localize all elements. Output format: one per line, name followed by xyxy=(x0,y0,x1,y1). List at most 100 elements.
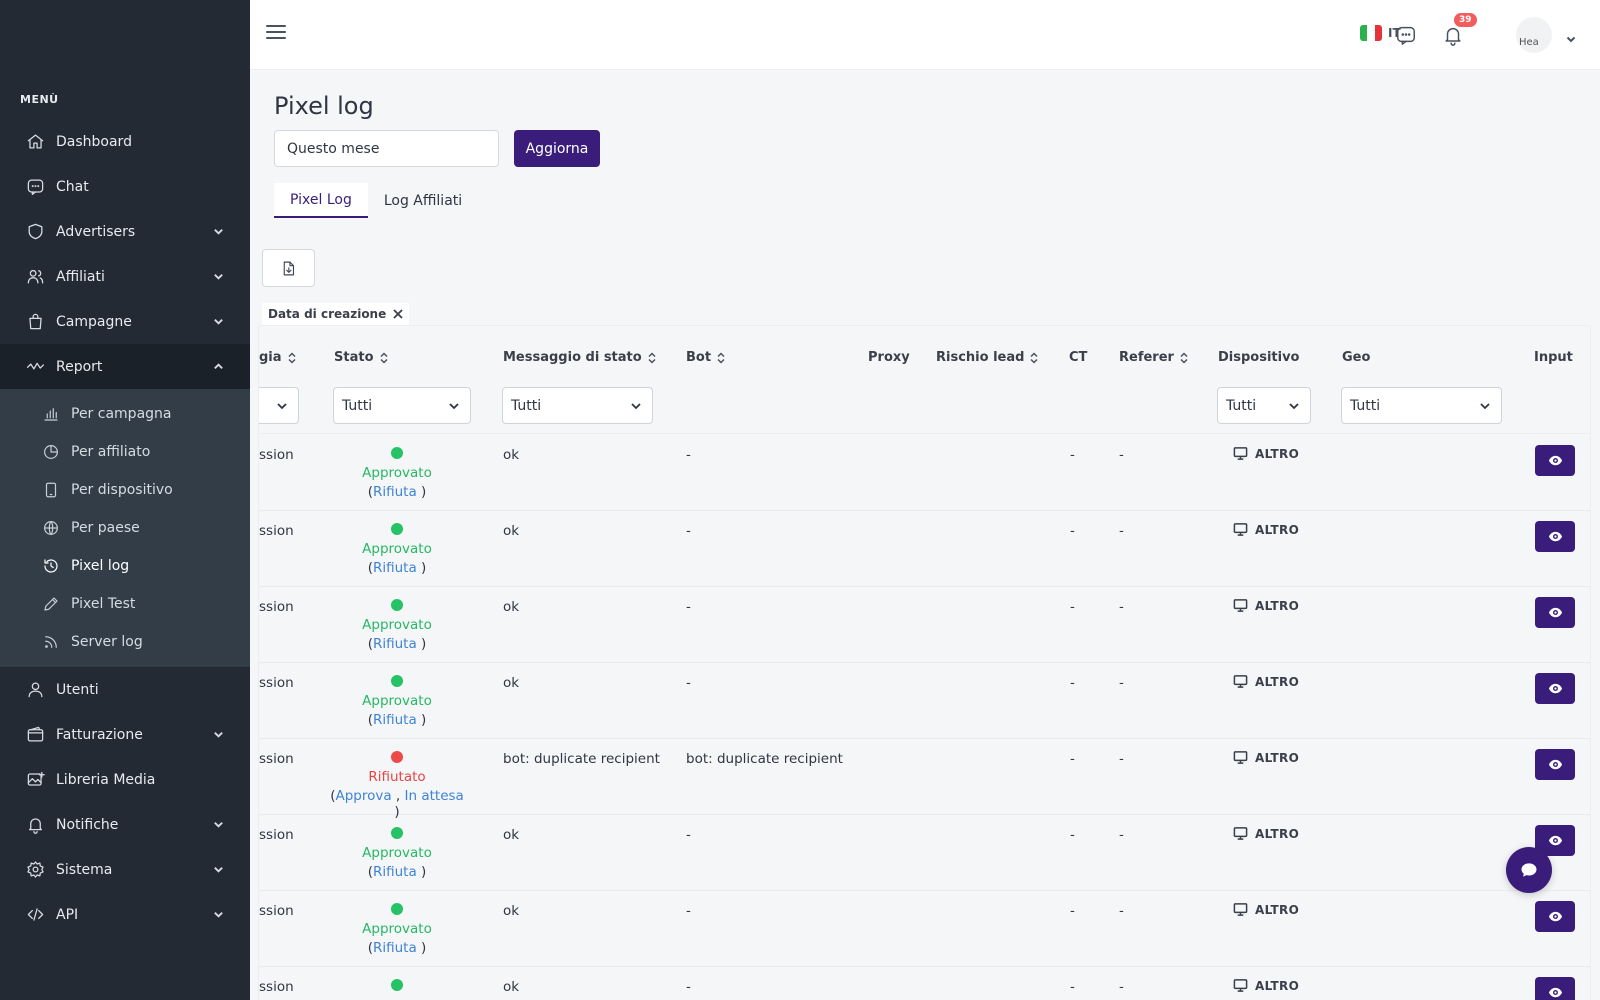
eye-icon xyxy=(1548,681,1563,696)
sidebar-item-sistema[interactable]: Sistema xyxy=(0,847,250,892)
chat-fab-button[interactable] xyxy=(1506,847,1552,893)
rifiuta-link[interactable]: Rifiuta xyxy=(373,940,417,956)
message-cell: ok xyxy=(503,447,520,463)
notifications-bell-icon[interactable]: 39 xyxy=(1440,13,1477,48)
column-header-messaggio[interactable]: Messaggio di stato xyxy=(503,350,656,365)
tipologia-filter-select[interactable] xyxy=(259,387,299,424)
device-label: ALTRO xyxy=(1255,826,1300,841)
geo-filter-select[interactable]: Tutti xyxy=(1341,387,1502,424)
sidebar-item-label: Notifiche xyxy=(56,816,119,833)
rifiuta-link[interactable]: Rifiuta xyxy=(373,864,417,880)
wallet-icon xyxy=(25,725,45,745)
ct-cell: - xyxy=(1070,447,1075,463)
column-header-bot[interactable]: Bot xyxy=(686,350,725,365)
header-label: Bot xyxy=(686,350,712,365)
rifiuta-link[interactable]: Rifiuta xyxy=(373,636,417,652)
ct-cell: - xyxy=(1070,827,1075,843)
sidebar-item-report[interactable]: Report xyxy=(0,344,250,389)
device-label: ALTRO xyxy=(1255,902,1300,917)
sidebar-item-utenti[interactable]: Utenti xyxy=(0,667,250,712)
view-details-button[interactable] xyxy=(1535,901,1575,932)
column-header-stato[interactable]: Stato xyxy=(334,350,388,365)
filter-chip-label: Data di creazione xyxy=(268,307,387,321)
monitor-icon xyxy=(1233,522,1255,537)
monitor-icon xyxy=(1233,674,1255,689)
status-cell: Approvato (Rifiuta ) xyxy=(327,447,467,500)
device-cell: ALTRO xyxy=(1233,522,1299,537)
chevron-down-icon xyxy=(212,729,224,741)
sidebar-subitem-per-dispositivo[interactable]: Per dispositivo xyxy=(0,471,250,509)
chat-icon xyxy=(25,177,45,197)
hamburger-menu-icon[interactable] xyxy=(266,25,286,43)
rifiuta-link[interactable]: Rifiuta xyxy=(373,712,417,728)
in-attesa-link[interactable]: In attesa xyxy=(405,788,464,804)
sidebar-subitem-server-log[interactable]: Server log xyxy=(0,623,250,661)
eye-icon xyxy=(1548,833,1563,848)
filter-chip-data-creazione[interactable]: Data di creazione xyxy=(262,303,410,325)
sidebar-subitem-label: Server log xyxy=(71,634,143,650)
sidebar-subitem-per-paese[interactable]: Per paese xyxy=(0,509,250,547)
chevron-down-icon xyxy=(212,909,224,921)
view-details-button[interactable] xyxy=(1535,977,1575,1000)
sidebar-item-fatturazione[interactable]: Fatturazione xyxy=(0,712,250,757)
sidebar-item-campagne[interactable]: Campagne xyxy=(0,299,250,344)
bot-cell: - xyxy=(686,599,691,615)
sidebar-item-libreria-media[interactable]: Libreria Media xyxy=(0,757,250,802)
status-label: Approvato xyxy=(362,541,432,557)
status-actions: (Rifiuta ) xyxy=(367,484,427,500)
page-title: Pixel log xyxy=(274,92,374,120)
tab-log-affiliati[interactable]: Log Affiliati xyxy=(368,183,478,218)
tab-pixel-log[interactable]: Pixel Log xyxy=(274,183,368,218)
sidebar-subitem-pixel-log[interactable]: Pixel log xyxy=(0,547,250,585)
ct-cell: - xyxy=(1070,675,1075,691)
column-header-ct: CT xyxy=(1069,350,1087,365)
view-details-button[interactable] xyxy=(1535,597,1575,628)
view-details-button[interactable] xyxy=(1535,673,1575,704)
sidebar-subitem-per-campagna[interactable]: Per campagna xyxy=(0,395,250,433)
messaggio-filter-select[interactable]: Tutti xyxy=(502,387,653,424)
sidebar-item-advertisers[interactable]: Advertisers xyxy=(0,209,250,254)
rifiuta-link[interactable]: Rifiuta xyxy=(373,560,417,576)
export-button[interactable] xyxy=(262,249,315,287)
view-details-button[interactable] xyxy=(1535,445,1575,476)
sidebar-subitem-per-affiliato[interactable]: Per affiliato xyxy=(0,433,250,471)
device-cell: ALTRO xyxy=(1233,750,1299,765)
bot-cell: - xyxy=(686,523,691,539)
code-icon xyxy=(25,905,45,925)
column-header-rischio[interactable]: Rischio lead xyxy=(936,350,1038,365)
select-value: Tutti xyxy=(511,397,542,414)
sidebar-item-affiliati[interactable]: Affiliati xyxy=(0,254,250,299)
period-input[interactable] xyxy=(274,130,499,167)
table-row: ssion Rifiutato (Approva , In attesa ) bot:… xyxy=(259,739,1590,820)
header-label: Geo xyxy=(1342,350,1371,365)
sidebar-item-chat[interactable]: Chat xyxy=(0,164,250,209)
select-value: Tutti xyxy=(1350,397,1381,414)
sidebar-item-api[interactable]: API xyxy=(0,892,250,937)
column-header-tipologia[interactable]: gia xyxy=(259,350,296,365)
referer-cell: - xyxy=(1119,751,1124,767)
rifiuta-link[interactable]: Rifiuta xyxy=(373,484,417,500)
status-actions: (Rifiuta ) xyxy=(367,560,427,576)
shield-icon xyxy=(25,222,45,242)
sidebar-subitem-label: Per dispositivo xyxy=(71,482,173,498)
referer-cell: - xyxy=(1119,979,1124,995)
chevron-up-icon xyxy=(212,361,224,373)
activity-icon xyxy=(25,357,45,377)
sidebar-item-dashboard[interactable]: Dashboard xyxy=(0,119,250,164)
close-icon[interactable] xyxy=(393,309,403,319)
sidebar-subitem-label: Per affiliato xyxy=(71,444,151,460)
view-details-button[interactable] xyxy=(1535,749,1575,780)
dispositivo-filter-select[interactable]: Tutti xyxy=(1217,387,1311,424)
column-header-referer[interactable]: Referer xyxy=(1119,350,1188,365)
stato-filter-select[interactable]: Tutti xyxy=(333,387,471,424)
chat-icon[interactable] xyxy=(1393,22,1419,48)
avatar[interactable]: Hea xyxy=(1516,17,1552,53)
status-dot-icon xyxy=(391,979,403,991)
approva-link[interactable]: Approva xyxy=(335,788,391,804)
type-cell: ssion xyxy=(259,827,294,843)
user-menu-chevron-down-icon[interactable] xyxy=(1566,29,1576,43)
refresh-button[interactable]: Aggiorna xyxy=(514,130,600,167)
view-details-button[interactable] xyxy=(1535,521,1575,552)
sidebar-subitem-pixel-test[interactable]: Pixel Test xyxy=(0,585,250,623)
sidebar-item-notifiche[interactable]: Notifiche xyxy=(0,802,250,847)
